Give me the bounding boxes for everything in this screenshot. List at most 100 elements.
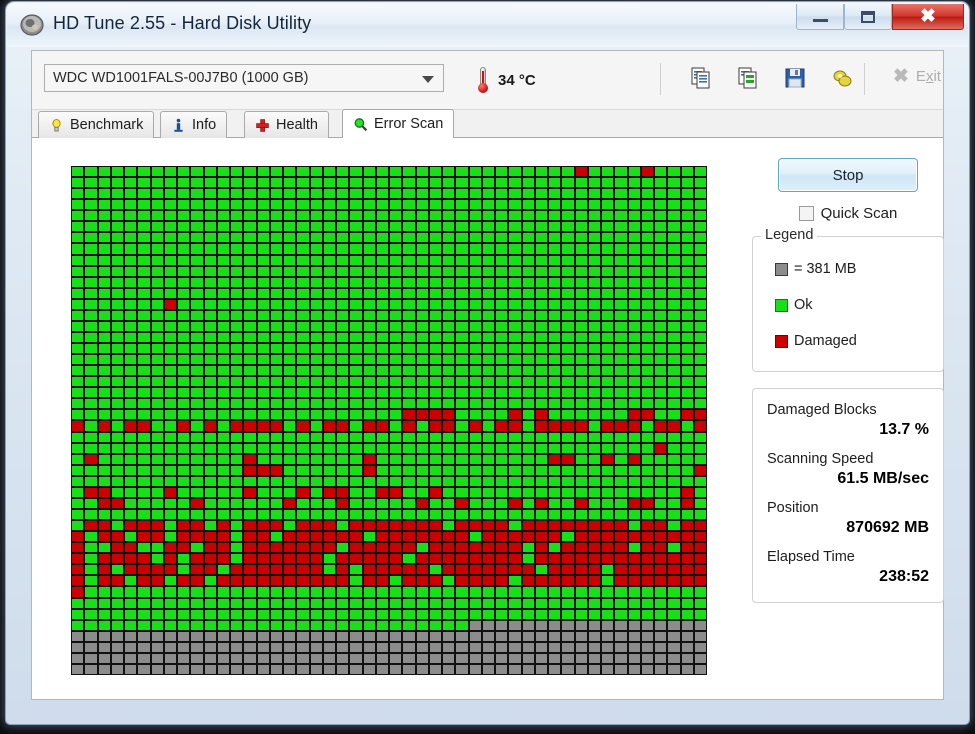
block-cell: [508, 575, 522, 587]
block-cell: [534, 409, 548, 421]
block-cell: [269, 641, 283, 653]
block-cell: [84, 597, 98, 609]
block-cell: [163, 630, 177, 642]
block-cell: [680, 265, 694, 277]
copy-icon[interactable]: [688, 65, 714, 91]
block-cell: [230, 188, 244, 200]
block-cell: [137, 619, 151, 631]
block-cell: [137, 210, 151, 222]
block-cell: [508, 464, 522, 476]
tab-health[interactable]: Health: [244, 111, 329, 138]
quick-scan-checkbox[interactable]: [798, 206, 814, 221]
block-cell: [336, 453, 350, 465]
block-cell: [654, 453, 668, 465]
block-cell: [336, 652, 350, 664]
block-cell: [548, 343, 562, 355]
block-cell: [428, 365, 442, 377]
block-cell: [309, 287, 323, 299]
block-cell: [283, 387, 297, 399]
drive-select[interactable]: WDC WD1001FALS-00J7B0 (1000 GB): [44, 64, 444, 92]
options-icon[interactable]: [829, 65, 855, 91]
block-cell: [389, 166, 403, 178]
toolbar-separator-right: [864, 63, 865, 95]
block-cell: [402, 309, 416, 321]
block-cell: [203, 177, 217, 189]
block-cell: [667, 630, 681, 642]
block-cell: [415, 398, 429, 410]
maximize-button[interactable]: [844, 4, 892, 30]
block-cell: [587, 531, 601, 543]
block-cell: [680, 464, 694, 476]
block-cell: [415, 520, 429, 532]
block-cell: [455, 398, 469, 410]
block-cell: [508, 409, 522, 421]
block-cell: [137, 531, 151, 543]
close-button[interactable]: ✖: [892, 4, 964, 30]
block-cell: [137, 520, 151, 532]
block-cell: [349, 652, 363, 664]
block-cell: [190, 276, 204, 288]
block-cell: [587, 453, 601, 465]
minimize-button[interactable]: [796, 4, 844, 30]
block-cell: [627, 652, 641, 664]
stop-button[interactable]: Stop: [778, 158, 918, 192]
block-cell: [640, 265, 654, 277]
block-cell: [110, 542, 124, 554]
block-cell: [680, 663, 694, 675]
block-cell: [375, 630, 389, 642]
quick-scan-checkbox-row[interactable]: Quick Scan: [752, 205, 944, 222]
block-cell: [640, 343, 654, 355]
block-cell: [402, 464, 416, 476]
block-cell: [283, 320, 297, 332]
toolbar-icons: [688, 65, 855, 91]
block-cell: [680, 597, 694, 609]
block-cell: [389, 354, 403, 366]
block-cell: [680, 376, 694, 388]
block-cell: [137, 575, 151, 587]
block-cell: [190, 232, 204, 244]
block-cell: [428, 509, 442, 521]
block-cell: [508, 531, 522, 543]
block-cell: [654, 221, 668, 233]
block-cell: [71, 630, 85, 642]
block-cell: [574, 663, 588, 675]
block-cell: [614, 320, 628, 332]
block-cell: [97, 553, 111, 565]
block-cell: [190, 420, 204, 432]
block-cell: [230, 254, 244, 266]
block-cell: [534, 420, 548, 432]
tab-info[interactable]: Info: [160, 111, 228, 138]
block-cell: [349, 531, 363, 543]
block-cell: [574, 608, 588, 620]
block-cell: [402, 442, 416, 454]
block-cell: [71, 177, 85, 189]
save-icon[interactable]: [782, 65, 808, 91]
block-cell: [216, 365, 230, 377]
block-cell: [627, 663, 641, 675]
block-cell: [124, 608, 138, 620]
block-cell: [71, 520, 85, 532]
block-cell: [309, 221, 323, 233]
block-cell: [654, 431, 668, 443]
tab-benchmark[interactable]: Benchmark: [38, 111, 155, 138]
block-cell: [110, 376, 124, 388]
block-map[interactable]: [71, 166, 707, 675]
block-cell: [256, 652, 270, 664]
block-cell: [442, 298, 456, 310]
block-cell: [614, 221, 628, 233]
block-cell: [534, 232, 548, 244]
block-cell: [243, 553, 257, 565]
block-cell: [269, 475, 283, 487]
block-cell: [587, 221, 601, 233]
block-cell: [296, 210, 310, 222]
block-cell: [627, 564, 641, 576]
block-cell: [455, 177, 469, 189]
block-cell: [548, 177, 562, 189]
block-cell: [137, 188, 151, 200]
block-cell: [362, 442, 376, 454]
block-cell: [283, 575, 297, 587]
block-cell: [230, 420, 244, 432]
tab-error-scan[interactable]: Error Scan: [342, 109, 455, 138]
copy-screenshot-icon[interactable]: [735, 65, 761, 91]
block-cell: [216, 188, 230, 200]
